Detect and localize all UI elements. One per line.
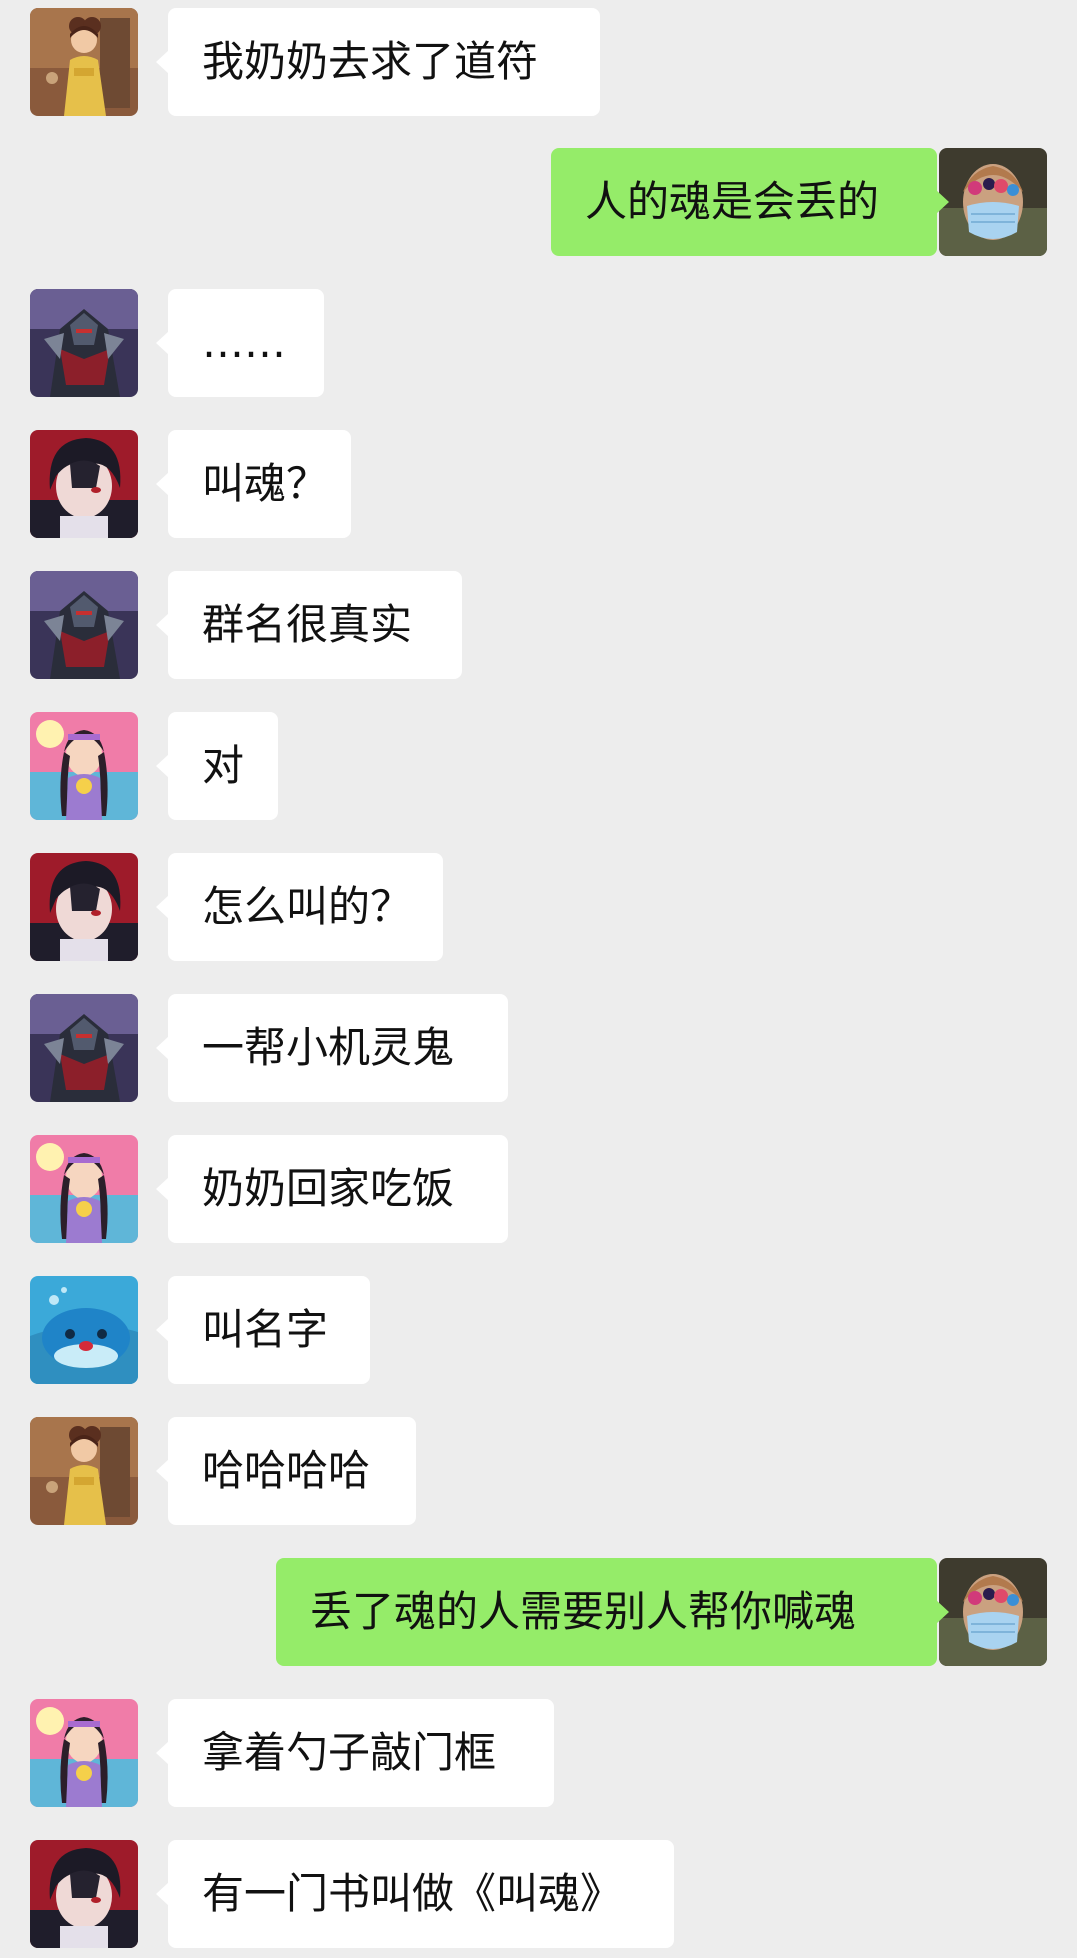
avatar-dark-hair-boy[interactable] bbox=[30, 430, 138, 538]
avatar-braided-girl[interactable] bbox=[30, 712, 138, 820]
message-row: 丢了魂的人需要别人帮你喊魂 bbox=[0, 1558, 1077, 1666]
message-bubble[interactable]: 丢了魂的人需要别人帮你喊魂 bbox=[276, 1558, 949, 1666]
message-bubble[interactable]: 有一门书叫做《叫魂》 bbox=[156, 1840, 674, 1948]
message-row: 叫名字 bbox=[0, 1276, 1077, 1384]
avatar-dark-hair-boy[interactable] bbox=[30, 1840, 138, 1948]
message-bubble[interactable]: 群名很真实 bbox=[156, 571, 462, 679]
message-bubble[interactable]: …… bbox=[156, 289, 324, 397]
avatar-masked-portrait[interactable] bbox=[939, 1558, 1047, 1666]
message-bubble[interactable]: 哈哈哈哈 bbox=[156, 1417, 416, 1525]
avatar-blue-whale[interactable] bbox=[30, 1276, 138, 1384]
message-row: 有一门书叫做《叫魂》 bbox=[0, 1840, 1077, 1948]
message-bubble[interactable]: 拿着勺子敲门框 bbox=[156, 1699, 554, 1807]
avatar-armored-warrior[interactable] bbox=[30, 571, 138, 679]
avatar-braided-girl[interactable] bbox=[30, 1699, 138, 1807]
message-row: 群名很真实 bbox=[0, 571, 1077, 679]
avatar-armored-warrior[interactable] bbox=[30, 994, 138, 1102]
message-text: 我奶奶去求了道符 bbox=[202, 37, 539, 86]
message-row: 我奶奶去求了道符 bbox=[0, 8, 1077, 116]
message-bubble[interactable]: 怎么叫的？ bbox=[156, 853, 443, 961]
chat-message-list[interactable]: 我奶奶去求了道符 人的魂是会丢的 …… 叫魂？ 群名很真实 对 怎么叫的？ 一帮… bbox=[0, 0, 1077, 1958]
message-row: 一帮小机灵鬼 bbox=[0, 994, 1077, 1102]
message-text: 奶奶回家吃饭 bbox=[202, 1164, 455, 1213]
avatar-masked-portrait[interactable] bbox=[939, 148, 1047, 256]
avatar-armored-warrior[interactable] bbox=[30, 289, 138, 397]
message-bubble[interactable]: 人的魂是会丢的 bbox=[551, 148, 949, 256]
message-row: 叫魂？ bbox=[0, 430, 1077, 538]
message-text: 有一门书叫做《叫魂》 bbox=[202, 1869, 623, 1918]
avatar-braided-girl[interactable] bbox=[30, 1135, 138, 1243]
message-bubble[interactable]: 我奶奶去求了道符 bbox=[156, 8, 600, 116]
message-bubble[interactable]: 一帮小机灵鬼 bbox=[156, 994, 508, 1102]
message-text: 人的魂是会丢的 bbox=[585, 177, 880, 226]
message-bubble[interactable]: 叫魂？ bbox=[156, 430, 351, 538]
avatar-golden-outfit-girl[interactable] bbox=[30, 8, 138, 116]
message-row: 对 bbox=[0, 712, 1077, 820]
message-row: 奶奶回家吃饭 bbox=[0, 1135, 1077, 1243]
message-text: 怎么叫的？ bbox=[202, 882, 413, 931]
message-text: 叫名字 bbox=[202, 1305, 329, 1354]
message-text: 哈哈哈哈 bbox=[202, 1446, 371, 1495]
message-text: 群名很真实 bbox=[202, 600, 413, 649]
message-bubble[interactable]: 叫名字 bbox=[156, 1276, 370, 1384]
message-text: 对 bbox=[202, 741, 245, 790]
message-row: 哈哈哈哈 bbox=[0, 1417, 1077, 1525]
message-text: 叫魂？ bbox=[202, 459, 329, 508]
message-row: 怎么叫的？ bbox=[0, 853, 1077, 961]
message-bubble[interactable]: 奶奶回家吃饭 bbox=[156, 1135, 508, 1243]
message-text: 拿着勺子敲门框 bbox=[202, 1728, 497, 1777]
message-text: 丢了魂的人需要别人帮你喊魂 bbox=[310, 1587, 857, 1636]
message-row: 拿着勺子敲门框 bbox=[0, 1699, 1077, 1807]
message-text: 一帮小机灵鬼 bbox=[202, 1023, 455, 1072]
message-text: …… bbox=[202, 318, 286, 367]
avatar-dark-hair-boy[interactable] bbox=[30, 853, 138, 961]
message-row: …… bbox=[0, 289, 1077, 397]
message-row: 人的魂是会丢的 bbox=[0, 148, 1077, 256]
message-bubble[interactable]: 对 bbox=[156, 712, 278, 820]
avatar-golden-outfit-girl[interactable] bbox=[30, 1417, 138, 1525]
